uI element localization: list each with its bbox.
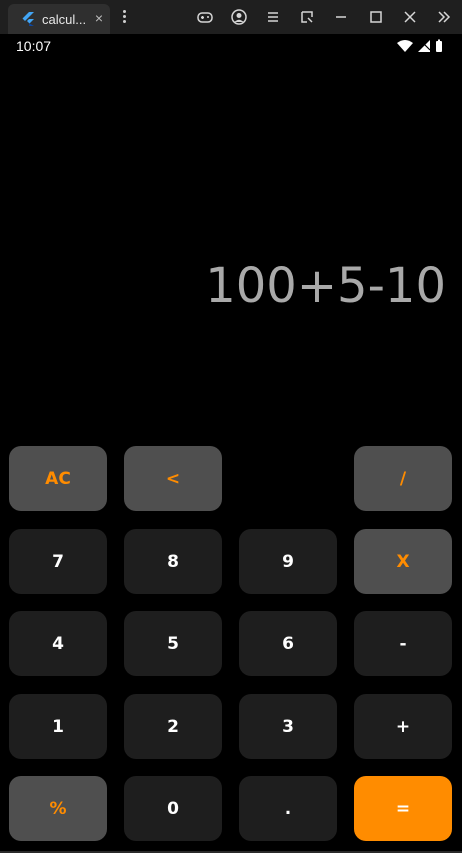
digit-3-button[interactable]: 3 — [239, 694, 337, 759]
menu-icon[interactable] — [263, 7, 283, 27]
battery-icon — [436, 39, 442, 52]
divide-button[interactable]: / — [354, 446, 452, 511]
minus-button[interactable]: - — [354, 611, 452, 676]
digit-0-button[interactable]: 0 — [124, 776, 222, 841]
gamepad-icon[interactable] — [195, 7, 215, 27]
screenshot-icon[interactable] — [297, 7, 317, 27]
digit-6-button[interactable]: 6 — [239, 611, 337, 676]
expand-panel-icon[interactable] — [434, 7, 454, 27]
more-options-icon[interactable] — [118, 8, 130, 28]
tab-title: calcul... — [42, 12, 87, 27]
digit-5-button[interactable]: 5 — [124, 611, 222, 676]
digit-8-button[interactable]: 8 — [124, 529, 222, 594]
backspace-button[interactable]: < — [124, 446, 222, 511]
digit-4-button[interactable]: 4 — [9, 611, 107, 676]
signal-icon — [418, 40, 431, 52]
title-bar: calcul... × — [0, 0, 462, 34]
status-time: 10:07 — [16, 38, 52, 54]
wifi-icon — [397, 40, 413, 52]
clear-button[interactable]: AC — [9, 446, 107, 511]
app-window: calcul... × 10:07 100+5-10 AC < / 7 8 9 … — [0, 0, 462, 853]
plus-button[interactable]: + — [354, 694, 452, 759]
maximize-icon[interactable] — [366, 7, 386, 27]
close-window-icon[interactable] — [400, 7, 420, 27]
tab-close-icon[interactable]: × — [92, 10, 106, 26]
account-icon[interactable] — [229, 7, 249, 27]
flutter-icon — [22, 12, 34, 26]
digit-9-button[interactable]: 9 — [239, 529, 337, 594]
digit-2-button[interactable]: 2 — [124, 694, 222, 759]
percent-button[interactable]: % — [9, 776, 107, 841]
digit-1-button[interactable]: 1 — [9, 694, 107, 759]
calculator-display: 100+5-10 — [205, 258, 446, 314]
multiply-button[interactable]: X — [354, 529, 452, 594]
decimal-button[interactable]: . — [239, 776, 337, 841]
minimize-icon[interactable] — [331, 7, 351, 27]
digit-7-button[interactable]: 7 — [9, 529, 107, 594]
app-tab[interactable]: calcul... × — [8, 4, 110, 34]
status-icons — [396, 38, 452, 54]
equals-button[interactable]: = — [354, 776, 452, 841]
